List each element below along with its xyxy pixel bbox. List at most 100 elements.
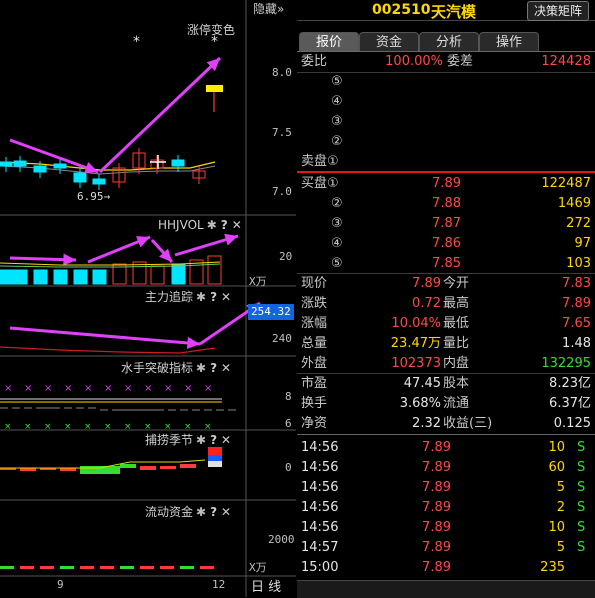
- liquidity-bar: [160, 566, 174, 569]
- volume-bar: [0, 269, 14, 285]
- sailor-cross-marker: ×: [84, 383, 92, 394]
- close-icon[interactable]: ✕: [221, 433, 231, 447]
- volume-bar: [33, 269, 48, 285]
- annotation-arrowhead: [63, 253, 76, 266]
- sailor-cross-marker: ×: [64, 383, 72, 394]
- gear-icon[interactable]: ✱: [196, 505, 206, 519]
- sailor-cross-marker: ×: [64, 422, 72, 432]
- fundamental-row: 市盈 47.45 股本 8.23亿: [301, 376, 591, 391]
- hide-panel-button[interactable]: 隐藏»: [253, 0, 284, 17]
- low-price-annotation: 6.95→: [77, 190, 111, 203]
- buy-level-row: ⑤ 7.85 103: [331, 256, 591, 271]
- liquidity-bar: [0, 566, 14, 569]
- help-icon[interactable]: ?: [210, 361, 217, 375]
- volume-bar: [13, 269, 28, 285]
- sailor-cross-marker: ×: [124, 383, 132, 394]
- chevron-right-icon: »: [277, 2, 285, 16]
- tab-operation[interactable]: 操作: [479, 32, 539, 52]
- candlestick: [33, 165, 47, 173]
- annotation-arrow: [9, 326, 201, 346]
- sell-level-row: ④: [331, 94, 343, 109]
- stock-name: 天汽模: [431, 3, 477, 21]
- liquidity-bar: [200, 566, 214, 569]
- help-icon[interactable]: ?: [210, 290, 217, 304]
- buy-level-row: ② 7.88 1469: [331, 196, 591, 211]
- panel-axis-label: 6: [285, 417, 292, 430]
- volume-bar: [132, 261, 147, 285]
- tab-quote[interactable]: 报价: [299, 32, 359, 52]
- fishing-histogram-bar: [140, 466, 156, 470]
- period-selector[interactable]: 日 线: [251, 576, 281, 595]
- sailor-cross-marker: ×: [44, 383, 52, 394]
- gear-icon[interactable]: ✱: [196, 290, 206, 304]
- sailor-cross-marker: ×: [24, 383, 32, 394]
- help-icon[interactable]: ?: [210, 433, 217, 447]
- fishing-histogram-bar: [80, 466, 120, 474]
- panel-axis-label: 0: [285, 461, 292, 474]
- volume-bar: [53, 269, 68, 285]
- quote-row: 现价 7.89 今开 7.83: [301, 276, 591, 291]
- current-value-marker: 254.32: [248, 304, 294, 320]
- volume-unit-label: X万: [249, 275, 267, 288]
- sailor-cross-marker: ×: [184, 383, 192, 394]
- liquidity-bar: [20, 566, 34, 569]
- tab-analysis[interactable]: 分析: [419, 32, 479, 52]
- sailor-cross-marker: ×: [164, 383, 172, 394]
- help-icon[interactable]: ?: [210, 505, 217, 519]
- panel-title-main-force: 主力追踪 ✱? ✕: [145, 290, 232, 304]
- gear-icon[interactable]: ✱: [196, 433, 206, 447]
- liquidity-bar: [140, 566, 154, 569]
- sailor-cross-marker: ×: [4, 383, 12, 394]
- close-icon[interactable]: ✕: [221, 290, 231, 304]
- gear-icon[interactable]: ✱: [207, 218, 217, 232]
- quote-panel: 隐藏» 002510 天汽模 决策矩阵 报价 资金 分析 操作 委比 100.0…: [253, 0, 595, 598]
- sailor-cross-marker: ×: [104, 422, 112, 432]
- fishing-histogram-bar: [160, 466, 176, 469]
- panel-title-liquidity: 流动资金 ✱? ✕: [145, 505, 232, 519]
- volume-bar: [150, 265, 165, 285]
- annotation-arrow: [98, 56, 222, 174]
- sailor-cross-marker: ×: [84, 422, 92, 432]
- annotation-arrowhead: [186, 336, 200, 350]
- sailor-cross-marker: ×: [204, 383, 212, 394]
- sailor-cross-marker: ×: [24, 422, 32, 432]
- volume-bar: [73, 269, 88, 285]
- tick-row: 14:56 7.89 10 S: [301, 520, 586, 535]
- sailor-cross-marker: ×: [44, 422, 52, 432]
- close-icon[interactable]: ✕: [221, 505, 231, 519]
- gear-icon[interactable]: ✱: [196, 361, 206, 375]
- fundamental-row: 净资 2.32 收益(三) 0.125: [301, 416, 591, 431]
- close-icon[interactable]: ✕: [221, 361, 231, 375]
- tick-row: 14:56 7.89 10 S: [301, 440, 586, 455]
- panel-title-fishing: 捕捞季节 ✱? ✕: [145, 433, 232, 447]
- quote-row: 涨跌 0.72 最高 7.89: [301, 296, 591, 311]
- x-axis-label: 12: [212, 578, 226, 591]
- liquidity-bar: [40, 566, 54, 569]
- fishing-histogram-bar: [180, 464, 196, 468]
- sell-level-row: ⑤: [331, 74, 343, 89]
- price-axis-label: 7.5: [272, 126, 292, 139]
- order-ratio-row: 委比 100.00% 委差 124428: [297, 52, 595, 72]
- annotation-arrowhead: [84, 161, 98, 174]
- candlestick: [13, 160, 27, 167]
- bottom-tab-strip[interactable]: [297, 580, 595, 598]
- star-marker: *: [211, 34, 218, 50]
- close-icon[interactable]: ✕: [232, 218, 242, 232]
- fishing-histogram-bar: [120, 464, 136, 468]
- decision-matrix-button[interactable]: 决策矩阵: [527, 1, 589, 21]
- stock-code: 002510: [372, 2, 431, 18]
- candlestick: [0, 161, 13, 167]
- tick-row: 14:56 7.89 5 S: [301, 480, 586, 495]
- quote-row: 涨幅 10.04% 最低 7.65: [301, 316, 591, 331]
- sailor-cross-marker: ×: [144, 383, 152, 394]
- sailor-cross-marker: ×: [124, 422, 132, 432]
- star-marker: *: [133, 34, 140, 50]
- buy-level-row: 买盘① 7.89 122487: [301, 176, 591, 191]
- buy-level-row: ④ 7.86 97: [331, 236, 591, 251]
- help-icon[interactable]: ?: [221, 218, 228, 232]
- bid-ask-divider: [297, 171, 595, 173]
- kline-chart-area[interactable]: × × × × × × × × × × × × × × × × × × × × × × 涨停变色 * * 8.0 7.5 …: [0, 0, 296, 597]
- tab-funds[interactable]: 资金: [359, 32, 419, 52]
- candlestick: [73, 172, 87, 183]
- fundamental-row: 换手 3.68% 流通 6.37亿: [301, 396, 591, 411]
